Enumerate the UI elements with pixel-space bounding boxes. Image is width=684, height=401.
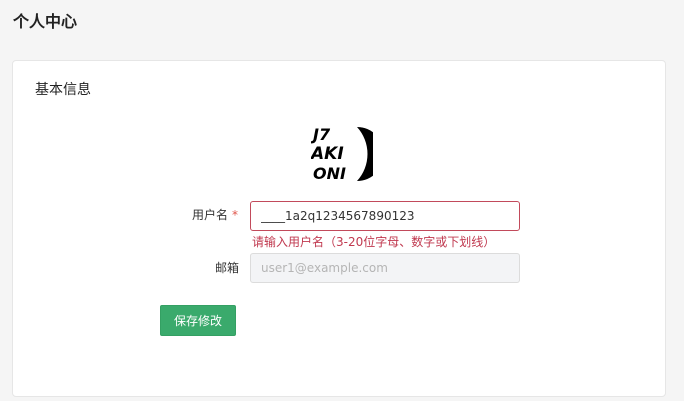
username-input[interactable]: [250, 201, 520, 231]
email-label: 邮箱: [214, 261, 239, 275]
svg-text:ONI: ONI: [313, 164, 346, 183]
svg-text:J7: J7: [311, 125, 331, 144]
save-button[interactable]: 保存修改: [160, 305, 236, 336]
avatar-logo-icon: J7 AKI ONI: [311, 125, 373, 183]
avatar[interactable]: J7 AKI ONI: [311, 123, 373, 185]
card-title: 基本信息: [35, 82, 91, 98]
profile-card: 基本信息 J7 AKI ONI 用户名* 请输入用户名（3-20位字母、数字或下…: [12, 60, 666, 397]
svg-text:AKI: AKI: [311, 144, 344, 164]
page-title: 个人中心: [13, 12, 78, 31]
username-label: 用户名 *: [191, 208, 238, 222]
required-mark: *: [232, 208, 238, 222]
email-input[interactable]: [250, 253, 520, 283]
username-error: 请输入用户名（3-20位字母、数字或下划线）: [252, 235, 496, 249]
